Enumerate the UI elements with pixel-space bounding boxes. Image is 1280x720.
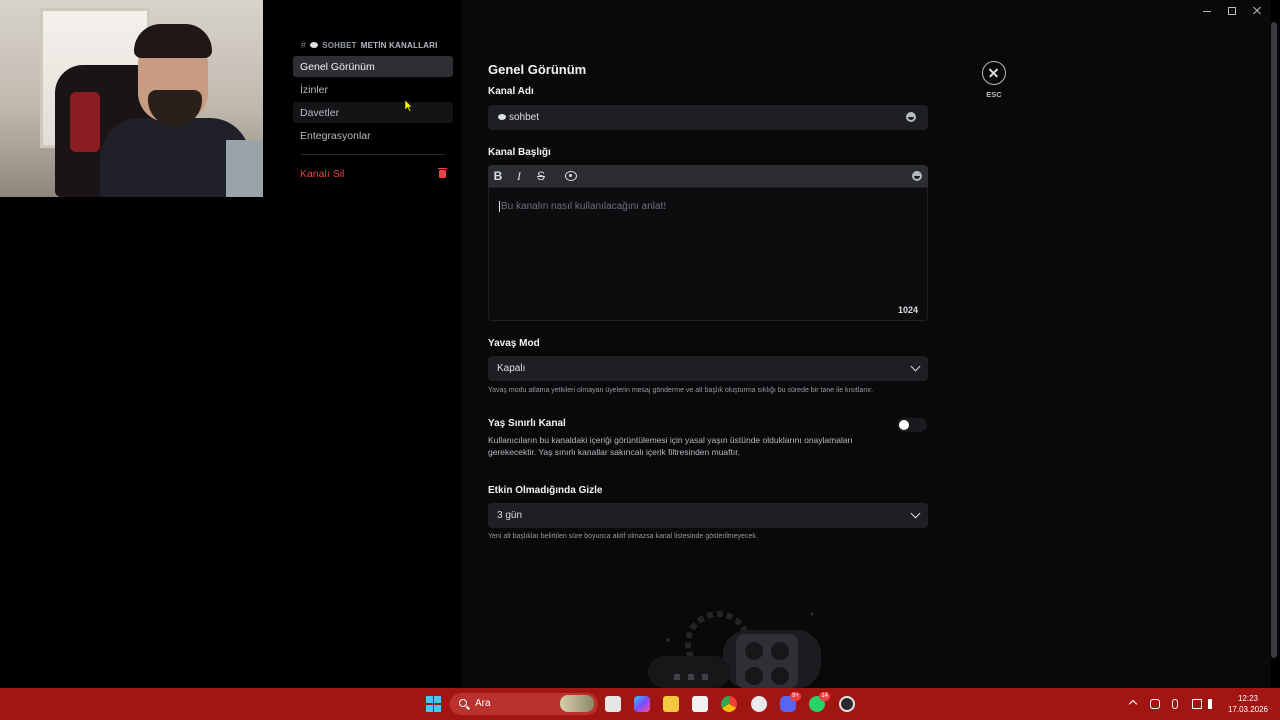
clock-date: 17.03.2026 — [1227, 705, 1269, 714]
nav-divider — [301, 154, 445, 155]
category-label: METİN KANALLARI — [360, 40, 438, 50]
webcam-chair-accent — [70, 92, 100, 152]
windows-start-icon[interactable] — [426, 696, 442, 712]
speech-bubble-icon — [310, 42, 319, 48]
channel-topic-textarea[interactable]: Bu kanalın nasıl kullanılacağını anlat! … — [488, 187, 928, 321]
nav-category-header: # SOHBET METİN KANALLARI — [293, 38, 453, 52]
page-title: Genel Görünüm — [488, 62, 587, 77]
topic-placeholder: Bu kanalın nasıl kullanılacağını anlat! — [499, 201, 667, 212]
minimize-icon[interactable] — [1202, 5, 1214, 17]
chevron-down-icon — [910, 361, 921, 372]
delete-channel-button[interactable]: Kanalı Sil — [293, 163, 453, 184]
settings-nav: # SOHBET METİN KANALLARI Genel Görünüm İ… — [293, 38, 453, 186]
chevron-up-icon[interactable] — [1128, 699, 1138, 709]
sidebar-item-label: Davetler — [300, 106, 340, 119]
hide-inactive-label: Etkin Olmadığında Gizle — [488, 485, 603, 496]
microphone-icon[interactable] — [1172, 699, 1178, 709]
esc-label: ESC — [986, 90, 1002, 99]
close-button[interactable] — [982, 61, 1006, 85]
search-placeholder: Ara — [475, 698, 491, 709]
channel-name-value: sohbet — [498, 112, 539, 123]
scrollbar[interactable] — [1271, 22, 1277, 658]
clock-time: 12:23 — [1237, 694, 1259, 703]
task-view-icon[interactable] — [605, 696, 621, 712]
windows-logo-tile — [426, 704, 433, 712]
trash-icon — [438, 167, 447, 178]
taskbar: Ara 9+ 14 12:23 17.03.2026 — [0, 688, 1280, 720]
window-controls — [1190, 0, 1280, 22]
chevron-down-icon — [910, 508, 921, 519]
sidebar-item-label: İzinler — [300, 83, 329, 96]
sidebar-item-overview[interactable]: Genel Görünüm — [293, 56, 453, 77]
speech-bubble-icon — [498, 114, 506, 120]
maximize-icon[interactable] — [1228, 7, 1236, 15]
windows-logo-tile — [434, 704, 441, 712]
channel-topic-label: Kanal Başlığı — [488, 147, 551, 158]
search-icon — [459, 699, 467, 707]
webcam-person-hair — [134, 24, 212, 58]
channel-name-text: sohbet — [509, 112, 540, 123]
webcam-overlay — [0, 0, 263, 197]
sidebar-item-label: Entegrasyonlar — [300, 129, 371, 142]
toggle-knob — [899, 420, 909, 430]
italic-button[interactable]: I — [512, 169, 526, 183]
markdown-toolbar: B I S — [488, 165, 928, 187]
sidebar-item-invites[interactable]: Davetler — [293, 102, 453, 123]
windows-logo-tile — [426, 696, 433, 703]
taskbar-clock[interactable]: 12:23 17.03.2026 — [1226, 693, 1270, 715]
preview-eye-icon[interactable] — [565, 171, 577, 181]
age-restricted-label: Yaş Sınırlı Kanal — [488, 418, 566, 429]
settings-content: Genel Görünüm Kanal Adı sohbet Kanal Baş… — [461, 0, 1271, 688]
windows-logo-tile — [434, 696, 441, 703]
sidebar-item-label: Genel Görünüm — [300, 60, 375, 73]
store-icon[interactable] — [692, 696, 708, 712]
bold-button[interactable]: B — [491, 169, 505, 183]
discord-icon[interactable]: 9+ — [780, 692, 801, 712]
sidebar-item-permissions[interactable]: İzinler — [293, 79, 453, 100]
copilot-icon[interactable] — [634, 696, 650, 712]
network-off-icon[interactable] — [1150, 699, 1160, 709]
channel-name-label: Kanal Adı — [488, 86, 534, 97]
delete-channel-label: Kanalı Sil — [300, 167, 345, 180]
file-explorer-icon[interactable] — [663, 696, 679, 712]
character-counter: 1024 — [897, 305, 918, 315]
channel-name-input[interactable]: sohbet — [488, 105, 928, 130]
notification-badge: 9+ — [790, 692, 801, 701]
search-highlight-image — [560, 695, 594, 712]
decorative-illustration — [648, 604, 823, 688]
emoji-picker-icon[interactable] — [906, 112, 916, 122]
slowmode-select[interactable]: Kapalı — [488, 356, 928, 381]
hide-inactive-help: Yeni alt başlıklar belirtilen süre boyun… — [488, 533, 758, 540]
hide-inactive-select[interactable]: 3 gün — [488, 503, 928, 528]
strikethrough-button[interactable]: S — [534, 169, 548, 183]
slowmode-help: Yavaş modu atlama yetkileri olmayan üyel… — [488, 387, 874, 394]
slowmode-value: Kapalı — [497, 363, 526, 374]
slowmode-label: Yavaş Mod — [488, 338, 540, 349]
display-icon[interactable] — [1192, 699, 1202, 709]
webcam-shelf — [226, 140, 263, 197]
hide-inactive-value: 3 gün — [497, 510, 523, 521]
volume-icon[interactable] — [1208, 699, 1216, 709]
settings-sidebar: # SOHBET METİN KANALLARI Genel Görünüm İ… — [0, 0, 461, 688]
age-restricted-description: Kullanıcıların bu kanaldaki içeriği görü… — [488, 435, 853, 457]
chrome-icon[interactable] — [721, 696, 737, 712]
category-channel-name: SOHBET — [322, 40, 357, 50]
obs-icon[interactable] — [839, 696, 855, 712]
notification-badge: 14 — [819, 692, 830, 701]
whatsapp-icon[interactable]: 14 — [809, 692, 830, 712]
sidebar-item-integrations[interactable]: Entegrasyonlar — [293, 125, 453, 146]
taskbar-search[interactable]: Ara — [450, 693, 598, 715]
age-restricted-toggle[interactable] — [897, 418, 927, 432]
emoji-picker-icon[interactable] — [912, 171, 922, 181]
steam-icon[interactable] — [751, 696, 767, 712]
close-window-icon[interactable] — [1252, 5, 1264, 17]
hash-icon: # — [301, 40, 307, 50]
